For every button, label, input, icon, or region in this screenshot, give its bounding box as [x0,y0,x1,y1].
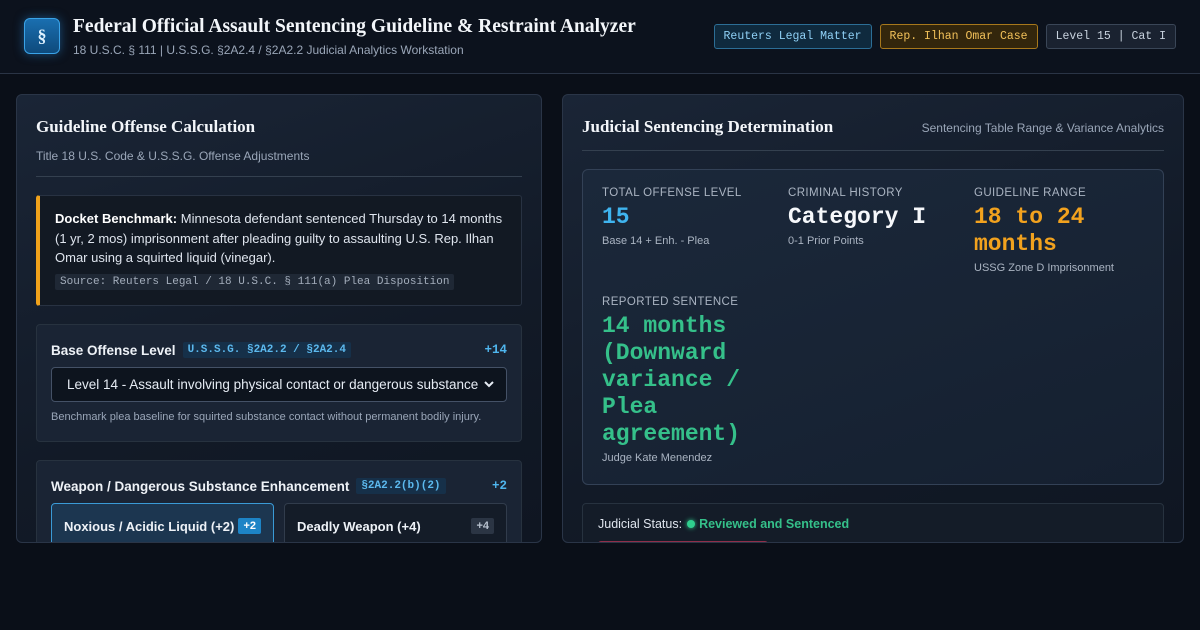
status-dot-icon [687,520,696,528]
metric-value: Category I [788,204,927,230]
badge-reuters-legal[interactable]: Reuters Legal Matter [713,24,872,49]
panel-subtitle: Sentencing Table Range & Variance Analyt… [921,121,1164,135]
weapon-enhancement-chip: §2A2.2(b)(2) [356,478,446,494]
app-title: Federal Official Assault Sentencing Guid… [73,16,636,37]
base-offense-card: Base Offense Level U.S.S.G. §2A2.2 / §2A… [36,324,522,442]
chevron-down-icon [484,381,494,388]
option-label: Noxious / Acidic Liquid (+2) [64,518,235,534]
metric-value: 14 months (Downward variance / Plea agre… [602,313,741,447]
metric-value: 15 [602,204,630,230]
docket-source: Source: Reuters Legal / 18 U.S.C. § 111(… [55,273,455,290]
panel-subtitle: Title 18 U.S. Code & U.S.S.G. Offense Ad… [36,149,310,163]
metric-label: TOTAL OFFENSE LEVEL [602,187,742,199]
panel-title: Judicial Sentencing Determination [582,117,834,136]
option-tag: +4 [471,518,494,534]
guideline-calculation-panel: Guideline Offense Calculation Title 18 U… [16,94,542,543]
panel-divider [582,150,1164,151]
sentencing-determination-panel: Judicial Sentencing Determination Senten… [562,94,1184,543]
section-symbol-logo-icon: § [24,18,60,54]
docket-benchmark-callout: Docket Benchmark: Minnesota defendant se… [36,195,522,306]
base-offense-selected-value: Level 14 - Assault involving physical co… [67,377,479,392]
base-offense-title: Base Offense Level [51,342,176,358]
base-offense-select[interactable]: Level 14 - Assault involving physical co… [51,367,507,402]
status-value: Reviewed and Sentenced [699,517,850,531]
option-deadly-weapon[interactable]: Deadly Weapon (+4) +4 [284,503,507,542]
docket-text: Docket Benchmark: Minnesota defendant se… [55,209,507,268]
metric-label: REPORTED SENTENCE [602,296,739,308]
metric-note: USSG Zone D Imprisonment [974,262,1114,274]
base-offense-chip: U.S.S.G. §2A2.2 / §2A2.4 [182,342,351,358]
metric-note: Base 14 + Enh. - Plea [602,235,710,247]
weapon-enhancement-card: Weapon / Dangerous Substance Enhancement… [36,460,522,542]
base-offense-delta: +14 [484,343,507,357]
sentencing-metrics-card: TOTAL OFFENSE LEVEL 15 Base 14 + Enh. - … [582,169,1164,485]
metric-note: Judge Kate Menendez [602,452,713,464]
badge-case[interactable]: Rep. Ilhan Omar Case [879,24,1038,49]
metric-note: 0-1 Prior Points [788,235,864,247]
panel-divider [36,176,522,177]
judicial-status-card: Judicial Status: Reviewed and Sentenced [582,503,1164,542]
docket-label: Docket Benchmark: [55,211,178,226]
option-label: Deadly Weapon (+4) [297,518,421,534]
badge-level-category[interactable]: Level 15 | Cat I [1045,24,1176,49]
header-badges: Reuters Legal Matter Rep. Ilhan Omar Cas… [713,24,1176,49]
status-label: Judicial Status: [598,517,683,531]
metric-guideline-range: GUIDELINE RANGE 18 to 24 months USSG Zon… [974,187,1149,274]
panel-title: Guideline Offense Calculation [36,117,256,136]
app-header: § Federal Official Assault Sentencing Gu… [0,0,1200,74]
metric-criminal-history: CRIMINAL HISTORY Category I 0-1 Prior Po… [788,187,958,247]
metric-label: GUIDELINE RANGE [974,187,1087,199]
metric-total-offense-level: TOTAL OFFENSE LEVEL 15 Base 14 + Enh. - … [602,187,772,247]
weapon-enhancement-title: Weapon / Dangerous Substance Enhancement [51,478,350,494]
metric-label: CRIMINAL HISTORY [788,187,903,199]
metric-reported-sentence: REPORTED SENTENCE 14 months (Downward va… [602,296,782,464]
option-tag: +2 [238,518,261,534]
metric-value: 18 to 24 months [974,204,1085,257]
app-subtitle: 18 U.S.C. § 111 | U.S.S.G. §2A2.4 / §2A2… [73,43,464,57]
weapon-enhancement-delta: +2 [491,479,507,493]
base-offense-note: Benchmark plea baseline for squirted sub… [51,411,482,423]
status-alert-strip [598,541,768,542]
option-noxious-liquid[interactable]: Noxious / Acidic Liquid (+2) +2 [51,503,274,542]
